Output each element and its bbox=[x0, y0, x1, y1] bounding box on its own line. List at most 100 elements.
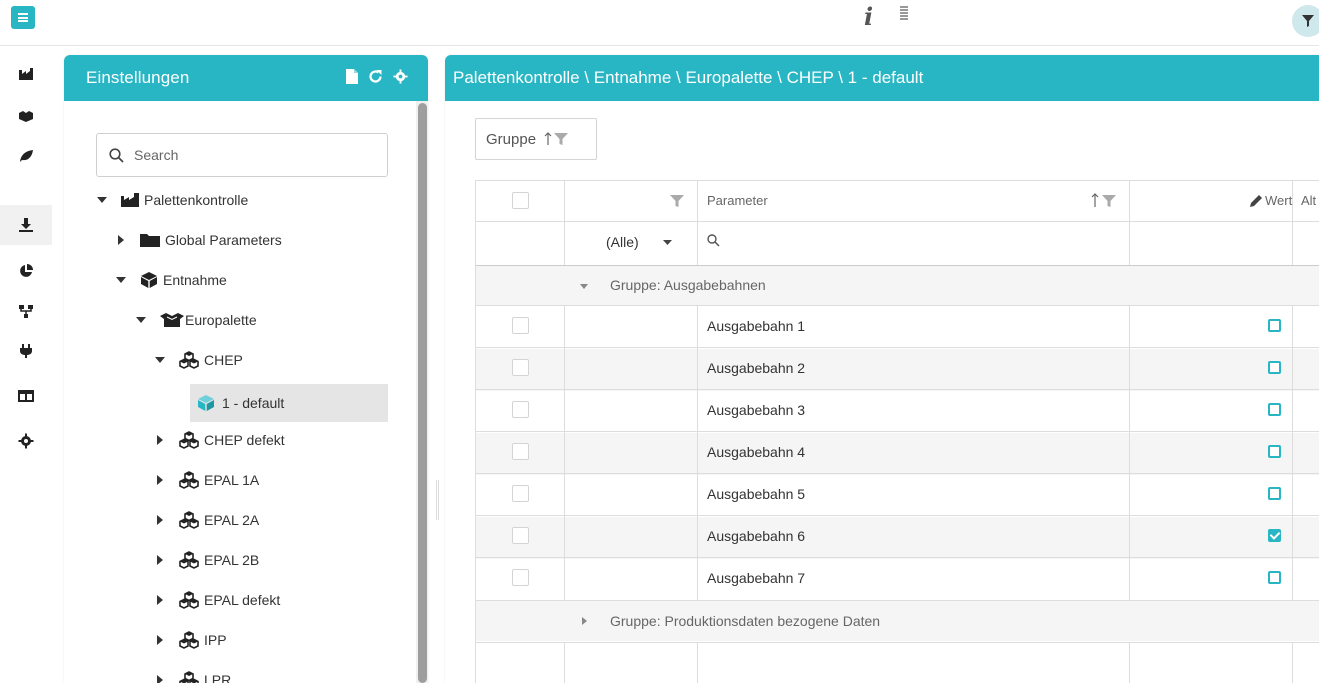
tree-scrollbar-thumb[interactable] bbox=[418, 103, 427, 683]
search-icon[interactable] bbox=[707, 234, 720, 247]
panel-title: Einstellungen bbox=[86, 68, 190, 87]
caret-right-icon[interactable] bbox=[582, 617, 587, 625]
refresh-button[interactable] bbox=[368, 69, 383, 84]
caret-right-icon[interactable] bbox=[154, 675, 166, 683]
caret-down-icon[interactable] bbox=[154, 357, 166, 363]
hamburger-menu-button[interactable] bbox=[11, 6, 35, 29]
top-bar: i bbox=[0, 0, 1319, 46]
row-checkbox[interactable] bbox=[512, 485, 529, 502]
caret-down-icon[interactable] bbox=[96, 197, 108, 203]
sort-asc-icon[interactable] bbox=[1091, 193, 1099, 208]
group-by-chip[interactable]: Gruppe bbox=[475, 118, 597, 160]
group-label: Gruppe: Ausgabebahnen bbox=[610, 277, 766, 293]
caret-right-icon[interactable] bbox=[154, 555, 166, 565]
wert-checkbox[interactable] bbox=[1268, 445, 1281, 458]
caret-right-icon[interactable] bbox=[154, 595, 166, 605]
caret-right-icon[interactable] bbox=[154, 435, 166, 445]
column-header-alt[interactable]: Alt bbox=[1301, 193, 1316, 208]
wert-checkbox[interactable] bbox=[1268, 403, 1281, 416]
tree-search-input[interactable] bbox=[134, 147, 354, 163]
cubes-icon bbox=[178, 431, 200, 449]
row-checkbox[interactable] bbox=[512, 317, 529, 334]
cubes-icon bbox=[178, 671, 200, 683]
caret-right-icon[interactable] bbox=[115, 235, 127, 245]
nav-network[interactable] bbox=[0, 291, 52, 331]
column-header-wert[interactable]: Wert bbox=[1265, 193, 1292, 208]
file-icon bbox=[346, 69, 358, 84]
row-checkbox[interactable] bbox=[512, 569, 529, 586]
cube-icon bbox=[139, 271, 159, 289]
row-band bbox=[476, 349, 1319, 391]
row-checkbox[interactable] bbox=[512, 443, 529, 460]
wert-checkbox-checked[interactable] bbox=[1268, 529, 1281, 542]
tree-search bbox=[96, 133, 388, 177]
wert-checkbox[interactable] bbox=[1268, 571, 1281, 584]
tree-node-lpr[interactable]: LPR bbox=[154, 661, 231, 683]
export-file-button[interactable] bbox=[346, 69, 358, 84]
nav-pallet-boxes[interactable] bbox=[0, 96, 52, 136]
refresh-icon bbox=[369, 70, 382, 83]
caret-down-icon[interactable] bbox=[135, 317, 147, 323]
nav-plug[interactable] bbox=[0, 331, 52, 371]
row-band bbox=[476, 517, 1319, 559]
caret-right-icon[interactable] bbox=[154, 515, 166, 525]
filter-icon[interactable] bbox=[670, 195, 684, 208]
network-icon bbox=[19, 305, 33, 318]
nav-factory[interactable] bbox=[0, 54, 52, 94]
nav-download[interactable] bbox=[0, 205, 52, 245]
tree-node-label: Global Parameters bbox=[165, 232, 282, 248]
tree-node-epal-2b[interactable]: EPAL 2B bbox=[154, 541, 259, 579]
list-lines-icon[interactable] bbox=[900, 6, 908, 23]
tree-node-label: Entnahme bbox=[163, 272, 227, 288]
gear-icon bbox=[18, 433, 34, 449]
filter-select[interactable]: (Alle) bbox=[606, 228, 701, 256]
settings-panel-header: Einstellungen bbox=[64, 55, 428, 101]
cubes-icon bbox=[178, 591, 200, 609]
tree-node-chep[interactable]: CHEP bbox=[154, 341, 243, 379]
tree-node-epal-defekt[interactable]: EPAL defekt bbox=[154, 581, 280, 619]
parameter-cell: Ausgabebahn 4 bbox=[707, 444, 806, 460]
nav-columns[interactable] bbox=[0, 376, 52, 416]
group-label: Gruppe: Produktionsdaten bezogene Daten bbox=[610, 613, 881, 629]
filter-icon[interactable] bbox=[554, 132, 569, 146]
select-all-checkbox[interactable] bbox=[512, 192, 529, 209]
panel-header-tools bbox=[346, 69, 408, 84]
panel-settings-button[interactable] bbox=[393, 69, 408, 84]
row-checkbox[interactable] bbox=[512, 359, 529, 376]
info-icon[interactable]: i bbox=[864, 2, 873, 31]
caret-right-icon[interactable] bbox=[154, 635, 166, 645]
caret-right-icon[interactable] bbox=[154, 475, 166, 485]
filter-icon bbox=[1302, 15, 1314, 27]
parameter-cell: Ausgabebahn 5 bbox=[707, 486, 806, 502]
sort-asc-icon[interactable] bbox=[544, 132, 552, 146]
caret-down-icon[interactable] bbox=[580, 284, 588, 289]
filter-icon[interactable] bbox=[1102, 195, 1116, 208]
global-filter-button[interactable] bbox=[1292, 5, 1319, 37]
parameter-cell: Ausgabebahn 1 bbox=[707, 318, 806, 334]
factory-icon bbox=[120, 192, 140, 208]
wert-checkbox[interactable] bbox=[1268, 319, 1281, 332]
panel-splitter-handle[interactable] bbox=[436, 480, 439, 520]
tree-node-epal-1a[interactable]: EPAL 1A bbox=[154, 461, 259, 499]
tree-node-chep-defekt[interactable]: CHEP defekt bbox=[154, 421, 285, 459]
wert-checkbox[interactable] bbox=[1268, 487, 1281, 500]
caret-down-icon[interactable] bbox=[115, 277, 127, 283]
nav-settings[interactable] bbox=[0, 421, 52, 461]
wert-checkbox[interactable] bbox=[1268, 361, 1281, 374]
tree-node-1-default[interactable]: 1 - default bbox=[190, 384, 388, 422]
cubes-icon bbox=[178, 511, 200, 529]
tree-node-entnahme[interactable]: Entnahme bbox=[115, 261, 227, 299]
tree-node-palettenkontrolle[interactable]: Palettenkontrolle bbox=[96, 181, 248, 219]
cubes-icon bbox=[178, 551, 200, 569]
tree-node-ipp[interactable]: IPP bbox=[154, 621, 227, 659]
tree-node-epal-2a[interactable]: EPAL 2A bbox=[154, 501, 259, 539]
tree-node-europalette[interactable]: Europalette bbox=[135, 301, 257, 339]
row-checkbox[interactable] bbox=[512, 527, 529, 544]
nav-leaf[interactable] bbox=[0, 136, 52, 176]
factory-icon bbox=[19, 68, 33, 80]
row-checkbox[interactable] bbox=[512, 401, 529, 418]
tree-node-global-parameters[interactable]: Global Parameters bbox=[115, 221, 282, 259]
tree-node-label: Europalette bbox=[185, 312, 257, 328]
column-header-parameter[interactable]: Parameter bbox=[707, 193, 768, 208]
nav-pie-chart[interactable] bbox=[0, 251, 52, 291]
